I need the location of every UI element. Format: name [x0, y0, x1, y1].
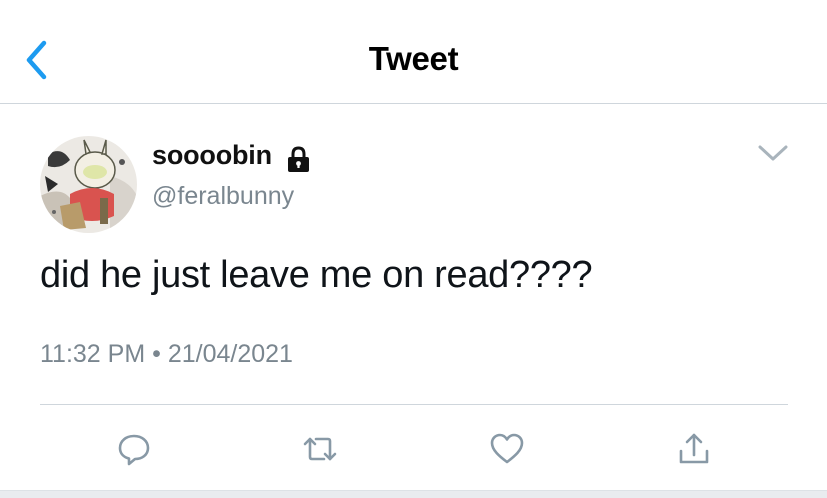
like-button[interactable]	[487, 430, 527, 468]
page-title: Tweet	[368, 40, 459, 77]
tweet-timestamp: 11:32 PM • 21/04/2021	[40, 340, 293, 369]
bottom-edge	[0, 490, 827, 498]
tweet-date: 21/04/2021	[167, 340, 293, 368]
avatar[interactable]	[40, 136, 137, 233]
tweet-time: 11:32 PM	[40, 340, 146, 368]
retweet-button[interactable]	[300, 430, 340, 468]
reply-icon	[118, 434, 150, 466]
lock-icon	[288, 146, 309, 172]
display-name[interactable]: soooobin	[152, 140, 272, 171]
user-handle[interactable]: @feralbunny	[152, 182, 294, 211]
tweet-text: did he just leave me on read????	[40, 254, 593, 296]
chevron-down-icon	[758, 145, 788, 161]
share-button[interactable]	[674, 430, 714, 468]
navigation-bar: Tweet	[0, 0, 827, 104]
more-options-button[interactable]	[756, 142, 790, 164]
share-icon	[679, 433, 709, 464]
retweet-icon	[303, 437, 337, 461]
reply-button[interactable]	[114, 430, 154, 468]
meta-separator: •	[152, 340, 161, 368]
divider	[40, 404, 788, 405]
avatar-image	[40, 136, 137, 233]
like-icon	[490, 433, 524, 464]
